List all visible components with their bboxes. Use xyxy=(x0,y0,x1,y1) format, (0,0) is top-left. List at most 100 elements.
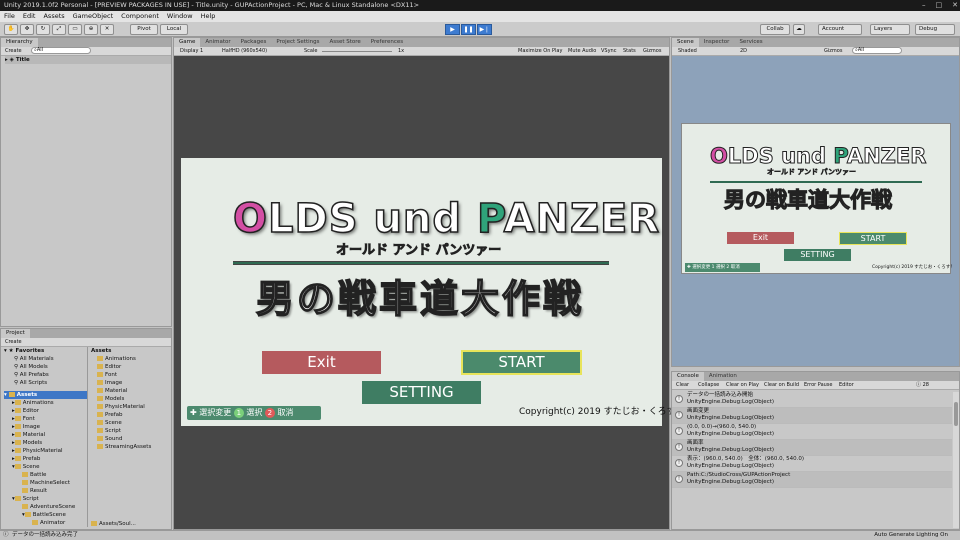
local-toggle[interactable]: Local xyxy=(160,24,188,35)
tab-console[interactable]: Console xyxy=(672,372,704,381)
tab-project[interactable]: Project xyxy=(1,329,30,338)
log-entry[interactable]: ! 表示：(960.0, 540.0) 全体：(960.0, 540.0) Unit… xyxy=(672,456,952,472)
pivot-toggle[interactable]: Pivot xyxy=(130,24,158,35)
menu-gameobject[interactable]: GameObject xyxy=(73,11,114,22)
scene-start-button[interactable]: START xyxy=(839,232,907,245)
folder-item[interactable]: Animator xyxy=(4,519,88,527)
maximize-on-play-toggle[interactable]: Maximize On Play xyxy=(516,47,564,55)
asset-folder[interactable]: Material xyxy=(91,387,171,395)
tab-scene[interactable]: Scene xyxy=(672,38,699,47)
tab-preferences[interactable]: Preferences xyxy=(366,38,408,47)
folder-item[interactable]: ▸ Prefab xyxy=(4,455,88,463)
asset-folder[interactable]: Script xyxy=(91,427,171,435)
favorite-item[interactable]: ⚲ All Scripts xyxy=(4,379,88,387)
maximize-icon[interactable]: □ xyxy=(936,0,943,11)
tab-game[interactable]: Game xyxy=(174,38,201,47)
scene-gizmos-dropdown[interactable]: Gizmos xyxy=(822,47,844,55)
stats-toggle[interactable]: Stats xyxy=(621,47,638,55)
asset-folder[interactable]: Image xyxy=(91,379,171,387)
folder-item[interactable]: ▸ Models xyxy=(4,439,88,447)
menu-help[interactable]: Help xyxy=(201,11,216,22)
play-button[interactable]: ▶ xyxy=(445,24,460,35)
asset-folder[interactable]: Editor xyxy=(91,363,171,371)
asset-folder[interactable]: Scene xyxy=(91,419,171,427)
hierarchy-create-button[interactable]: Create xyxy=(3,47,24,55)
favorite-item[interactable]: ⚲ All Prefabs xyxy=(4,371,88,379)
console-clear-on-play-button[interactable]: Clear on Play xyxy=(724,381,761,389)
folder-item[interactable]: ▾ Scene xyxy=(4,463,88,471)
rect-tool-icon[interactable]: ▭ xyxy=(68,24,82,35)
asset-folder[interactable]: Font xyxy=(91,371,171,379)
asset-folder[interactable]: Animations xyxy=(91,355,171,363)
asset-folder[interactable]: Prefab xyxy=(91,411,171,419)
asset-folder[interactable]: StreamingAssets xyxy=(91,443,171,451)
console-scrollbar[interactable] xyxy=(953,392,959,528)
scene-search-input[interactable]: ⌕All xyxy=(852,47,902,54)
splitter[interactable] xyxy=(87,347,88,527)
log-entry[interactable]: ! 画面変更 UnityEngine.Debug:Log(Object) xyxy=(672,408,952,424)
menu-file[interactable]: File xyxy=(4,11,15,22)
console-scroll-thumb[interactable] xyxy=(954,402,958,426)
log-entry[interactable]: ! データの一括読み込み開始 UnityEngine.Debug:Log(Objec… xyxy=(672,392,952,408)
folder-item[interactable]: ▾ Script xyxy=(4,495,88,503)
folder-item[interactable]: ▾ BattleScene xyxy=(4,511,88,519)
custom-tool-icon[interactable]: ✕ xyxy=(100,24,114,35)
hand-tool-icon[interactable]: ✋ xyxy=(4,24,18,35)
favorites-label[interactable]: ▾ ★ Favorites xyxy=(4,347,88,355)
start-button[interactable]: START xyxy=(461,350,582,375)
rotate-tool-icon[interactable]: ↻ xyxy=(36,24,50,35)
gizmos-dropdown[interactable]: Gizmos xyxy=(641,47,663,55)
tab-inspector[interactable]: Inspector xyxy=(699,38,735,47)
vsync-toggle[interactable]: VSync xyxy=(599,47,618,55)
tab-asset-store[interactable]: Asset Store xyxy=(324,38,365,47)
menu-component[interactable]: Component xyxy=(121,11,159,22)
game-screen[interactable]: OLDS und PANZER オールド アンド パンツァー 男の戦車道大作戦 … xyxy=(181,158,685,426)
exit-button[interactable]: Exit xyxy=(262,351,381,374)
account-dropdown[interactable]: Account xyxy=(818,24,862,35)
tab-packages[interactable]: Packages xyxy=(236,38,272,47)
layers-dropdown[interactable]: Layers xyxy=(870,24,910,35)
log-entry[interactable]: ! (0.0, 0.0)→(960.0, 540.0) UnityEngine.De… xyxy=(672,424,952,440)
folder-item[interactable]: Battle xyxy=(4,471,88,479)
display-dropdown[interactable]: Display 1 xyxy=(178,47,205,55)
tab-animation[interactable]: Animation xyxy=(704,372,742,381)
minimize-icon[interactable]: – xyxy=(922,0,926,11)
move-tool-icon[interactable]: ✥ xyxy=(20,24,34,35)
log-entry[interactable]: ! 画面率 UnityEngine.Debug:Log(Object) xyxy=(672,440,952,456)
menu-edit[interactable]: Edit xyxy=(23,11,36,22)
asset-folder[interactable]: Sound xyxy=(91,435,171,443)
menu-window[interactable]: Window xyxy=(167,11,193,22)
assets-root[interactable]: ▾ Assets xyxy=(4,391,88,399)
scale-slider[interactable] xyxy=(322,51,392,52)
close-icon[interactable]: ✕ xyxy=(952,0,958,11)
folder-item[interactable]: ▸ PhysicMaterial xyxy=(4,447,88,455)
scale-tool-icon[interactable]: ⤢ xyxy=(52,24,66,35)
folder-item[interactable]: ▸ Material xyxy=(4,431,88,439)
folder-item[interactable]: AdventureScene xyxy=(4,503,88,511)
folder-item[interactable]: MachineSelect xyxy=(4,479,88,487)
pause-button[interactable]: ❚❚ xyxy=(461,24,476,35)
folder-item[interactable]: ▸ Image xyxy=(4,423,88,431)
folder-item[interactable]: ▸ Animations xyxy=(4,399,88,407)
tab-animator[interactable]: Animator xyxy=(200,38,235,47)
favorite-item[interactable]: ⚲ All Models xyxy=(4,363,88,371)
2d-toggle[interactable]: 2D xyxy=(738,47,749,55)
favorite-item[interactable]: ⚲ All Materials xyxy=(4,355,88,363)
console-collapse-button[interactable]: Collapse xyxy=(696,381,721,389)
tab-hierarchy[interactable]: Hierarchy xyxy=(1,38,38,47)
tab-project-settings[interactable]: Project Settings xyxy=(271,38,324,47)
cloud-icon[interactable]: ☁ xyxy=(793,24,805,35)
step-button[interactable]: ▶❘ xyxy=(477,24,492,35)
folder-item[interactable]: ▸ Editor xyxy=(4,407,88,415)
scene-exit-button[interactable]: Exit xyxy=(727,232,794,244)
tab-services[interactable]: Services xyxy=(734,38,767,47)
transform-tool-icon[interactable]: ⊕ xyxy=(84,24,98,35)
mute-audio-toggle[interactable]: Mute Audio xyxy=(566,47,598,55)
resolution-dropdown[interactable]: HalfHD (960x540) xyxy=(220,47,269,55)
asset-folder[interactable]: PhysicMaterial xyxy=(91,403,171,411)
collab-dropdown[interactable]: Collab xyxy=(760,24,790,35)
folder-item[interactable]: ▸ Font xyxy=(4,415,88,423)
console-error-pause-button[interactable]: Error Pause xyxy=(802,381,834,389)
scene-canvas-preview[interactable]: OLDS und PANZER オールド アンド パンツァー 男の戦車道大作戦 … xyxy=(681,123,955,274)
menu-assets[interactable]: Assets xyxy=(43,11,64,22)
